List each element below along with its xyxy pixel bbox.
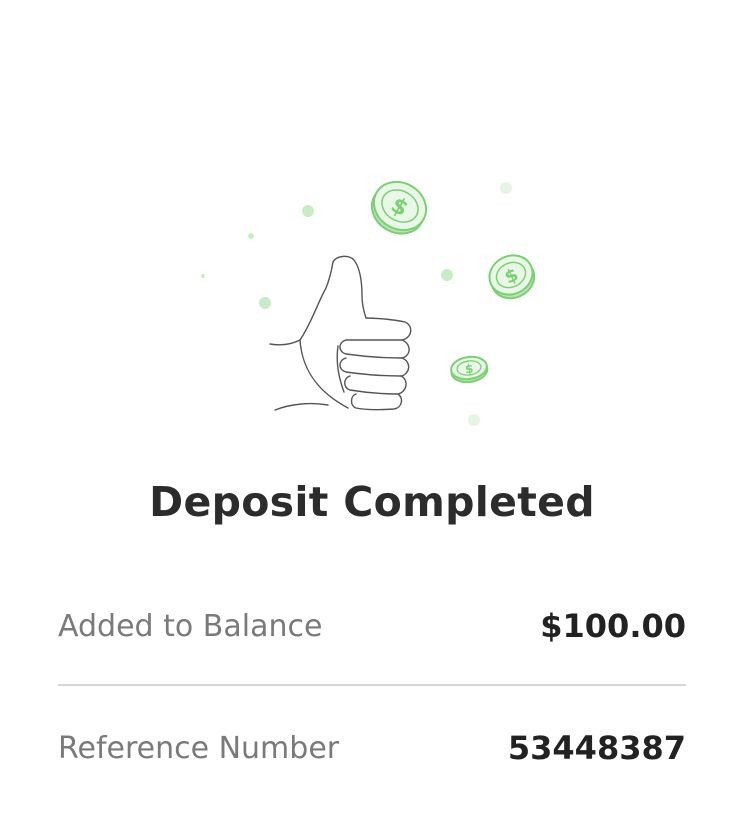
added-to-balance-value: $100.00 — [540, 607, 686, 645]
page-title: Deposit Completed — [149, 478, 595, 526]
reference-number-value: 53448387 — [507, 729, 686, 767]
reference-number-row: Reference Number 53448387 — [58, 722, 686, 774]
thumbs-up-coins-illustration: $ $ $ — [201, 180, 536, 426]
coin-icon: $ — [488, 254, 536, 300]
coin-icon: $ — [370, 180, 428, 235]
deposit-completed-screen: $ $ $ Deposit Completed Added to Balance… — [0, 0, 744, 840]
reference-number-label: Reference Number — [58, 730, 340, 766]
thumbs-up-icon — [269, 255, 412, 411]
coin-icon: $ — [450, 355, 489, 384]
added-to-balance-label: Added to Balance — [58, 608, 323, 644]
divider — [58, 684, 686, 686]
decorative-dots — [201, 182, 512, 426]
added-to-balance-row: Added to Balance $100.00 — [58, 600, 686, 652]
